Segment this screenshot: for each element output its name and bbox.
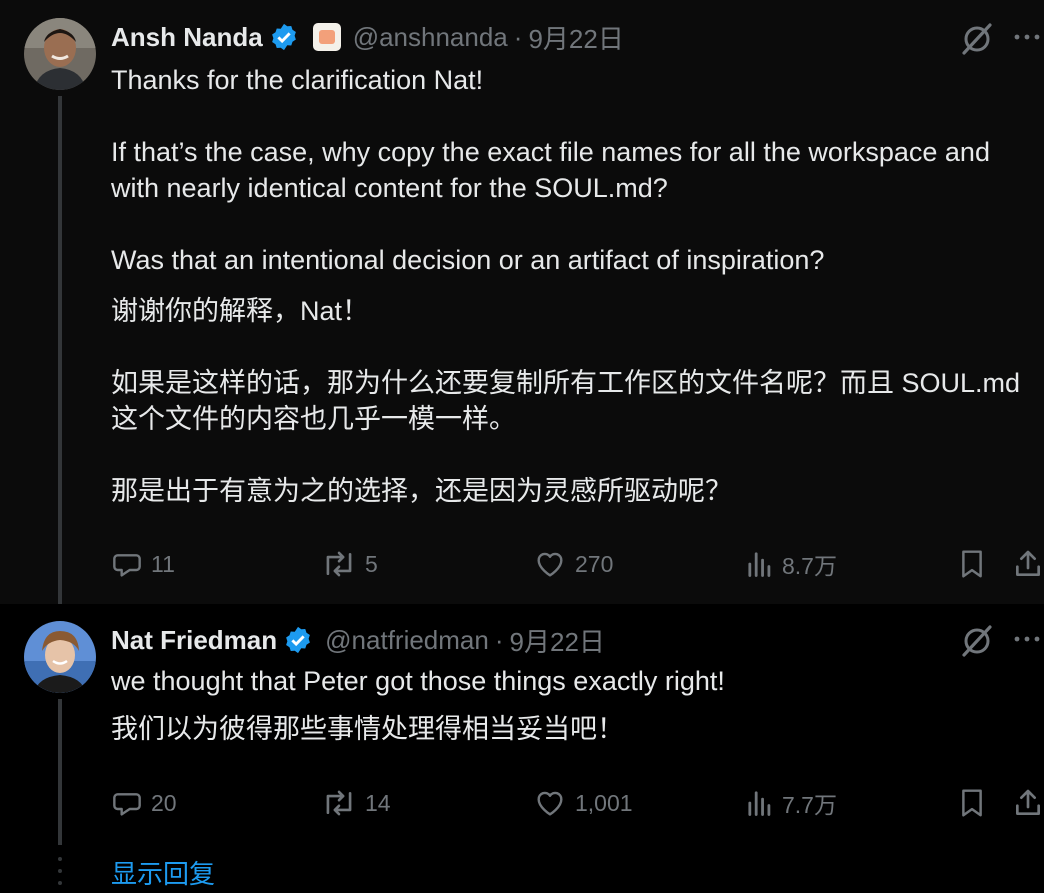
like-count: 1,001 [575,789,633,816]
bookmark-button[interactable] [958,785,986,821]
thread-dots-icon [58,856,62,893]
reply-icon [113,793,141,816]
verified-badge-icon[interactable] [269,22,299,52]
share-icon [1016,789,1040,815]
tweet-ansh-nanda[interactable]: Ansh Nanda @anshnanda · 9月22日 Thanks for… [0,0,1044,604]
author-name[interactable]: Nat Friedman [111,625,277,656]
like-button[interactable]: 270 [533,546,613,582]
tweet-date[interactable]: 9月22日 [510,622,605,659]
author-handle[interactable]: @natfriedman [325,625,489,656]
repost-icon [326,551,352,577]
avatar[interactable] [24,18,96,90]
like-button[interactable]: 1,001 [533,785,633,821]
more-icon[interactable] [1012,624,1042,659]
views-button[interactable]: 7.7万 [746,785,837,821]
reply-button[interactable]: 20 [111,785,177,821]
tweet-text-original: we thought that Peter got those things e… [111,666,725,696]
reply-button[interactable]: 11 [111,546,175,582]
author-handle[interactable]: @anshnanda [353,22,508,53]
reply-count: 20 [151,789,177,816]
more-icon[interactable] [1012,22,1042,57]
views-count: 7.7万 [782,792,837,818]
tweet-header: Nat Friedman @natfriedman · 9月22日 [111,622,605,658]
affiliate-badge-icon[interactable] [312,23,341,51]
repost-count: 14 [365,789,391,816]
like-icon [537,791,563,816]
share-button[interactable] [1012,546,1044,582]
thread-line [58,96,62,604]
views-button[interactable]: 8.7万 [746,546,837,582]
tweet-date[interactable]: 9月22日 [528,19,623,56]
views-count: 8.7万 [782,553,837,579]
tweet-text-translation: 我们以为彼得那些事情处理得相当妥当吧！ [111,714,624,744]
show-replies-link[interactable]: 显示回复 [111,854,215,891]
repost-button[interactable]: 5 [321,546,378,582]
repost-icon [326,790,352,816]
separator-dot: · [494,624,504,655]
bookmark-icon [962,789,982,817]
thread-line [58,699,62,845]
views-icon [748,791,771,816]
repost-count: 5 [365,550,378,577]
like-count: 270 [575,550,614,577]
reply-count: 11 [151,550,175,577]
grok-icon[interactable] [960,624,994,663]
tweet-text-original: Thanks for the clarification Nat! If tha… [111,65,990,275]
tweet-nat-friedman[interactable]: Nat Friedman @natfriedman · 9月22日 we tho… [0,604,1044,850]
bookmark-button[interactable] [958,546,986,582]
like-icon [537,552,563,577]
share-icon [1016,550,1040,576]
tweet-text-translation: 谢谢你的解释，Nat！ 如果是这样的话，那为什么还要复制所有工作区的文件名呢？而… [111,296,1021,506]
separator-dot: · [513,21,523,52]
tweet-header: Ansh Nanda @anshnanda · 9月22日 [111,19,624,55]
views-icon [748,552,771,577]
author-name[interactable]: Ansh Nanda [111,22,263,53]
repost-button[interactable]: 14 [321,785,391,821]
bookmark-icon [962,550,982,578]
grok-icon[interactable] [960,22,994,61]
action-bar: 11 5 270 8.7万 [0,546,1044,582]
share-button[interactable] [1012,785,1044,821]
reply-icon [113,554,141,577]
avatar[interactable] [24,621,96,693]
action-bar: 20 14 1,001 7.7万 [0,785,1044,821]
verified-badge-icon[interactable] [283,625,313,655]
